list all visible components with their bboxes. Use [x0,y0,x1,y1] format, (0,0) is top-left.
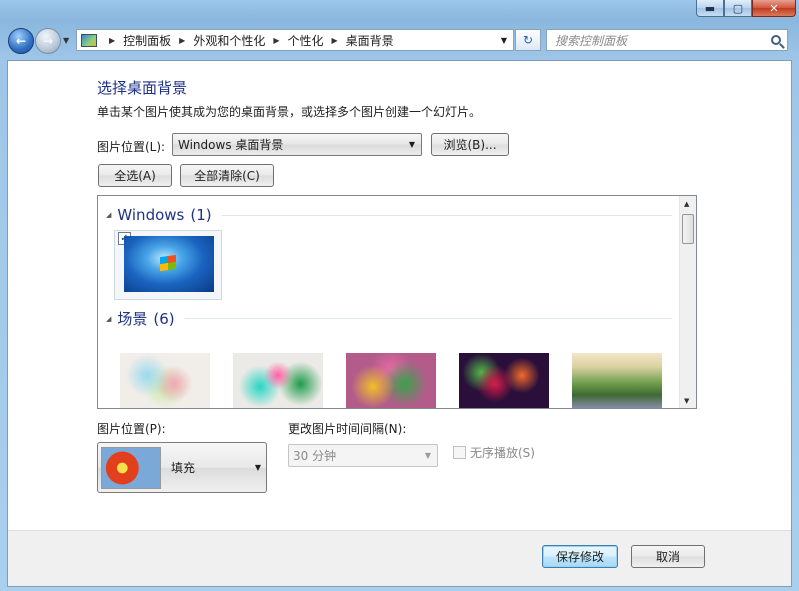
picture-location-value: Windows 桌面背景 [178,138,284,152]
shuffle-label: 无序播放(S) [470,446,535,460]
back-button[interactable]: ← [8,28,34,54]
address-dropdown-icon[interactable]: ▼ [501,36,507,45]
footer-bar: 保存修改 取消 [8,530,791,586]
wallpaper-thumbnail-scene[interactable] [459,353,549,408]
breadcrumb-separator-icon[interactable]: ▶ [109,36,115,45]
picture-location-label: 图片位置(L): [97,140,166,154]
group-divider [221,214,672,216]
scrollbar-thumb[interactable] [682,214,694,244]
picture-position-label: 图片位置(P): [97,422,166,436]
wallpaper-thumbnail-scene[interactable] [572,353,662,408]
refresh-button[interactable]: ↻ [515,29,541,51]
address-bar[interactable]: ▶ 控制面板 ▶ 外观和个性化 ▶ 个性化 ▶ 桌面背景 ▼ [76,29,514,51]
recent-pages-dropdown[interactable]: ▼ [63,36,69,45]
position-preview-image [101,446,161,489]
wallpaper-thumbnail-scene[interactable] [233,353,323,408]
collapse-icon[interactable]: ◢ [106,315,111,323]
interval-value: 30 分钟 [293,449,337,463]
control-panel-icon [81,33,97,47]
breadcrumb-separator-icon[interactable]: ▶ [332,36,338,45]
interval-label: 更改图片时间间隔(N): [288,422,407,436]
group-count: (6) [153,309,175,328]
wallpaper-thumbnail-windows[interactable]: ✓ [114,230,222,300]
forward-button[interactable]: → [35,28,61,54]
picture-list[interactable]: ◢ Windows (1) ✓ ◢ 场景 (6) ▲ [97,195,697,409]
picture-position-select[interactable]: 填充 ▼ [97,442,267,493]
group-name: 场景 [117,310,148,328]
window-frame: ▬ ▢ ✕ ← → ▼ ▶ 控制面板 ▶ 外观和个性化 ▶ 个性化 ▶ 桌面背景… [0,0,799,591]
clear-all-button[interactable]: 全部清除(C) [180,164,274,187]
group-header-windows[interactable]: ◢ Windows (1) [106,206,672,224]
chevron-down-icon: ▼ [424,451,431,460]
content-area: 选择桌面背景 单击某个图片使其成为您的桌面背景，或选择多个图片创建一个幻灯片。 … [7,60,792,587]
save-changes-button[interactable]: 保存修改 [542,545,618,568]
select-all-button[interactable]: 全选(A) [98,164,172,187]
search-icon[interactable] [771,35,781,45]
wallpaper-thumbnail-scene[interactable] [346,353,436,408]
refresh-icon: ↻ [522,33,534,47]
group-divider [184,318,672,319]
page-title: 选择桌面背景 [97,79,188,97]
checkbox-box[interactable] [453,446,466,459]
collapse-icon[interactable]: ◢ [106,211,111,219]
breadcrumb-separator-icon[interactable]: ▶ [179,36,185,45]
page-description: 单击某个图片使其成为您的桌面背景，或选择多个图片创建一个幻灯片。 [97,105,482,119]
interval-select[interactable]: 30 分钟 ▼ [288,444,438,467]
breadcrumb-item-appearance[interactable]: 外观和个性化 [193,32,265,49]
search-placeholder: 搜索控制面板 [555,33,628,48]
group-name: Windows [117,206,185,224]
arrow-left-icon: ← [15,34,27,48]
scroll-up-icon[interactable]: ▲ [684,200,689,208]
windows-logo-wallpaper-image [124,236,214,292]
minimize-button[interactable]: ▬ [696,0,724,17]
breadcrumb-separator-icon[interactable]: ▶ [273,36,279,45]
close-button[interactable]: ✕ [752,0,796,17]
breadcrumb-item-desktop-background[interactable]: 桌面背景 [346,32,394,49]
search-input[interactable]: 搜索控制面板 [546,29,788,51]
wallpaper-thumbnail-scene[interactable] [120,353,210,408]
chevron-down-icon: ▼ [254,463,261,472]
caption-buttons: ▬ ▢ ✕ [696,0,796,17]
breadcrumb-item-control-panel[interactable]: 控制面板 [123,32,171,49]
picture-location-select[interactable]: Windows 桌面背景 ▼ [172,133,422,156]
chevron-down-icon: ▼ [408,140,415,149]
vertical-scrollbar[interactable]: ▲ ▼ [679,196,696,408]
arrow-right-icon: → [42,34,54,48]
cancel-button[interactable]: 取消 [631,545,705,568]
scroll-down-icon[interactable]: ▼ [684,397,689,405]
shuffle-checkbox[interactable]: 无序播放(S) [453,444,535,461]
maximize-button[interactable]: ▢ [724,0,752,17]
picture-position-value: 填充 [171,461,196,475]
group-header-scenes[interactable]: ◢ 场景 (6) [106,308,672,329]
breadcrumb-item-personalization[interactable]: 个性化 [288,32,324,49]
group-count: (1) [190,206,212,224]
browse-button[interactable]: 浏览(B)... [431,133,509,156]
